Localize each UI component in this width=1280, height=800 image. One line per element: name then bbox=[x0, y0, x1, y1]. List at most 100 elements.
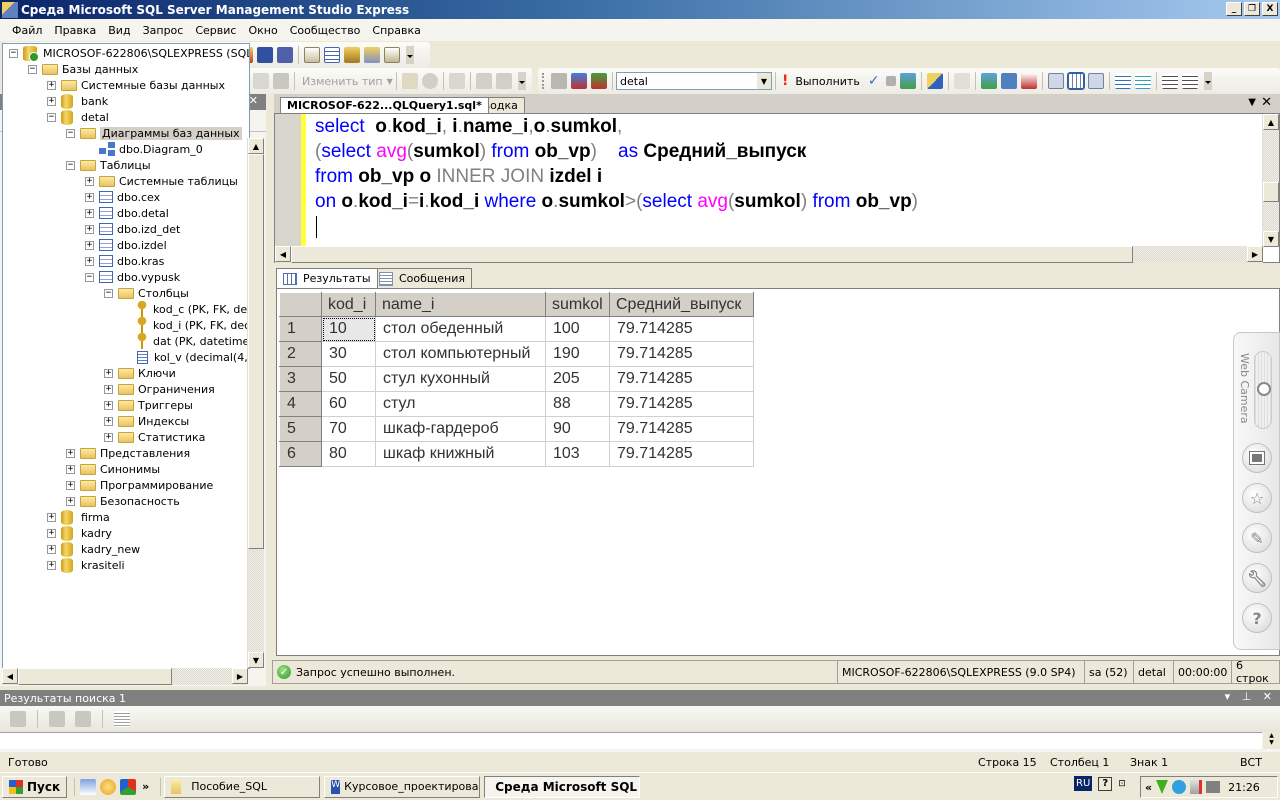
decrease-indent-icon[interactable] bbox=[1161, 73, 1178, 89]
expand-toggle[interactable]: + bbox=[66, 448, 75, 458]
scroll-down-button[interactable]: ▼ bbox=[248, 652, 264, 668]
editor-hscrollbar[interactable]: ◀ ▶ bbox=[275, 246, 1263, 263]
change-type-dropdown[interactable]: Изменить тип bbox=[302, 75, 383, 88]
tree-node[interactable]: + dbo.cex bbox=[85, 189, 160, 205]
tree-node[interactable]: − Таблицы bbox=[66, 157, 151, 173]
grid-cell[interactable]: 10 bbox=[321, 316, 376, 342]
task-folder[interactable]: Пособие_SQL bbox=[164, 775, 321, 798]
database-select[interactable]: detal ▼ bbox=[616, 72, 772, 90]
snapshot-button[interactable] bbox=[1242, 443, 1272, 473]
tree-node[interactable]: kod_i (PK, FK, decimal(4,0), not null) bbox=[123, 317, 249, 333]
increase-indent-icon[interactable] bbox=[1181, 73, 1198, 89]
tree-node[interactable]: + dbo.detal bbox=[85, 205, 169, 221]
grid-cell[interactable]: 205 bbox=[545, 366, 610, 392]
expand-toggle[interactable]: + bbox=[104, 384, 113, 394]
grid-cell[interactable]: 30 bbox=[321, 341, 376, 367]
menu-help[interactable]: Справка bbox=[366, 24, 426, 37]
quicklaunch-browser-icon[interactable] bbox=[100, 778, 117, 795]
scroll-left-button[interactable]: ◀ bbox=[275, 246, 291, 262]
show-sql-pane-icon[interactable] bbox=[253, 73, 269, 89]
grid-cell[interactable]: 88 bbox=[545, 391, 610, 417]
expand-toggle[interactable]: + bbox=[85, 224, 94, 234]
expand-toggle[interactable]: + bbox=[85, 240, 94, 250]
row-header[interactable]: 2 bbox=[279, 341, 322, 367]
tree-node[interactable]: − MICROSOF-622806\SQLEXPRESS (SQL Server … bbox=[9, 45, 249, 62]
change-connection-icon[interactable] bbox=[571, 73, 587, 89]
column-header[interactable]: sumkol bbox=[545, 292, 610, 317]
find-results-list[interactable] bbox=[0, 732, 1262, 749]
properties-icon[interactable] bbox=[383, 47, 400, 63]
results-to-file-icon[interactable] bbox=[1087, 73, 1104, 89]
previous-location-icon[interactable] bbox=[49, 711, 65, 727]
start-button[interactable]: Пуск bbox=[2, 775, 68, 798]
toolbar-overflow-button[interactable] bbox=[405, 46, 414, 64]
settings-button[interactable]: 🔧︎ bbox=[1242, 563, 1272, 593]
tree-node[interactable]: + dbo.izdel bbox=[85, 237, 167, 253]
template-explorer-icon[interactable] bbox=[343, 47, 360, 63]
tree-node[interactable]: + dbo.kras bbox=[85, 253, 164, 269]
server-tray-icon[interactable] bbox=[1190, 780, 1203, 794]
scroll-up-button[interactable]: ▲ bbox=[1263, 114, 1279, 130]
scroll-right-button[interactable]: ▶ bbox=[1247, 246, 1263, 262]
tab-results[interactable]: Результаты bbox=[276, 268, 378, 288]
expand-toggle[interactable]: + bbox=[104, 416, 113, 426]
grid-cell[interactable]: 79.714285 bbox=[609, 416, 754, 442]
registered-servers-icon[interactable] bbox=[303, 47, 320, 63]
include-actual-plan-icon[interactable] bbox=[980, 73, 997, 89]
object-explorer-hscrollbar[interactable]: ◀ ▶ bbox=[2, 668, 248, 685]
row-header[interactable]: 1 bbox=[279, 316, 322, 342]
column-header[interactable]: Средний_выпуск bbox=[609, 292, 754, 317]
scroll-down-button[interactable]: ▼ bbox=[1263, 231, 1279, 247]
tree-node[interactable]: + bank bbox=[47, 93, 108, 109]
tree-node[interactable]: dbo.Diagram_0 bbox=[85, 141, 203, 157]
expand-toggle[interactable]: + bbox=[85, 256, 94, 266]
sql-editor[interactable]: select o.kod_i, i.name_i,o.sumkol, (selec… bbox=[274, 113, 1280, 263]
menu-view[interactable]: Вид bbox=[102, 24, 136, 37]
grid-cell[interactable]: 100 bbox=[545, 316, 610, 342]
grid-cell[interactable]: 80 bbox=[321, 441, 376, 467]
comment-lines-icon[interactable] bbox=[1114, 73, 1131, 89]
grid-cell[interactable]: 79.714285 bbox=[609, 391, 754, 417]
row-header[interactable]: 5 bbox=[279, 416, 322, 442]
sqlcmd-mode-icon[interactable] bbox=[1020, 73, 1037, 89]
menu-window[interactable]: Окно bbox=[242, 24, 283, 37]
tree-node[interactable]: − Диаграммы баз данных bbox=[66, 125, 242, 141]
tree-node[interactable]: + Представления bbox=[66, 445, 190, 461]
parse-check-icon[interactable]: ✓ bbox=[868, 73, 880, 89]
execute-sql-icon[interactable] bbox=[401, 73, 418, 89]
tree-node[interactable]: − detal bbox=[47, 109, 109, 125]
tree-node[interactable]: + kadry_new bbox=[47, 541, 140, 557]
close-document-icon[interactable]: ✕ bbox=[1261, 95, 1272, 110]
tree-node[interactable]: + Ключи bbox=[104, 365, 176, 381]
scroll-thumb[interactable] bbox=[291, 246, 1133, 263]
expand-toggle[interactable]: + bbox=[47, 96, 56, 106]
grid-cell[interactable]: шкаф книжный bbox=[375, 441, 546, 467]
grid-cell[interactable]: 79.714285 bbox=[609, 441, 754, 467]
tree-node[interactable]: + Системные таблицы bbox=[85, 173, 238, 189]
grid-cell[interactable]: 79.714285 bbox=[609, 366, 754, 392]
collapse-toggle[interactable]: − bbox=[66, 128, 75, 138]
grid-cell[interactable]: 70 bbox=[321, 416, 376, 442]
object-explorer-icon[interactable] bbox=[323, 47, 340, 63]
show-results-pane-icon[interactable] bbox=[273, 73, 289, 89]
row-header[interactable]: 6 bbox=[279, 441, 322, 467]
query-designer-icon[interactable] bbox=[926, 73, 943, 89]
expand-toggle[interactable]: + bbox=[104, 400, 113, 410]
scroll-left-button[interactable]: ◀ bbox=[2, 668, 18, 684]
tree-node[interactable]: + firma bbox=[47, 509, 110, 525]
disconnect-query-icon[interactable] bbox=[591, 73, 607, 89]
collapse-toggle[interactable]: − bbox=[66, 160, 75, 170]
restore-tray-icon[interactable]: ⊡ bbox=[1118, 779, 1126, 789]
task-ssms[interactable]: Среда Microsoft SQL ... bbox=[484, 775, 641, 798]
scroll-thumb[interactable] bbox=[1263, 182, 1279, 202]
scroll-right-button[interactable]: ▶ bbox=[232, 668, 248, 684]
column-header[interactable]: kod_i bbox=[321, 292, 376, 317]
object-explorer-tree[interactable]: −MICROSOF-622806\SQLEXPRESS (SQL Server … bbox=[2, 43, 250, 669]
tree-node[interactable]: + Синонимы bbox=[66, 461, 160, 477]
tree-node[interactable]: − Столбцы bbox=[104, 285, 189, 301]
grid-cell[interactable]: 79.714285 bbox=[609, 341, 754, 367]
expand-toggle[interactable]: + bbox=[85, 192, 94, 202]
display-estimated-plan-icon[interactable] bbox=[899, 73, 916, 89]
scroll-up-button[interactable]: ▲ bbox=[248, 138, 264, 154]
go-to-location-icon[interactable] bbox=[10, 711, 26, 727]
